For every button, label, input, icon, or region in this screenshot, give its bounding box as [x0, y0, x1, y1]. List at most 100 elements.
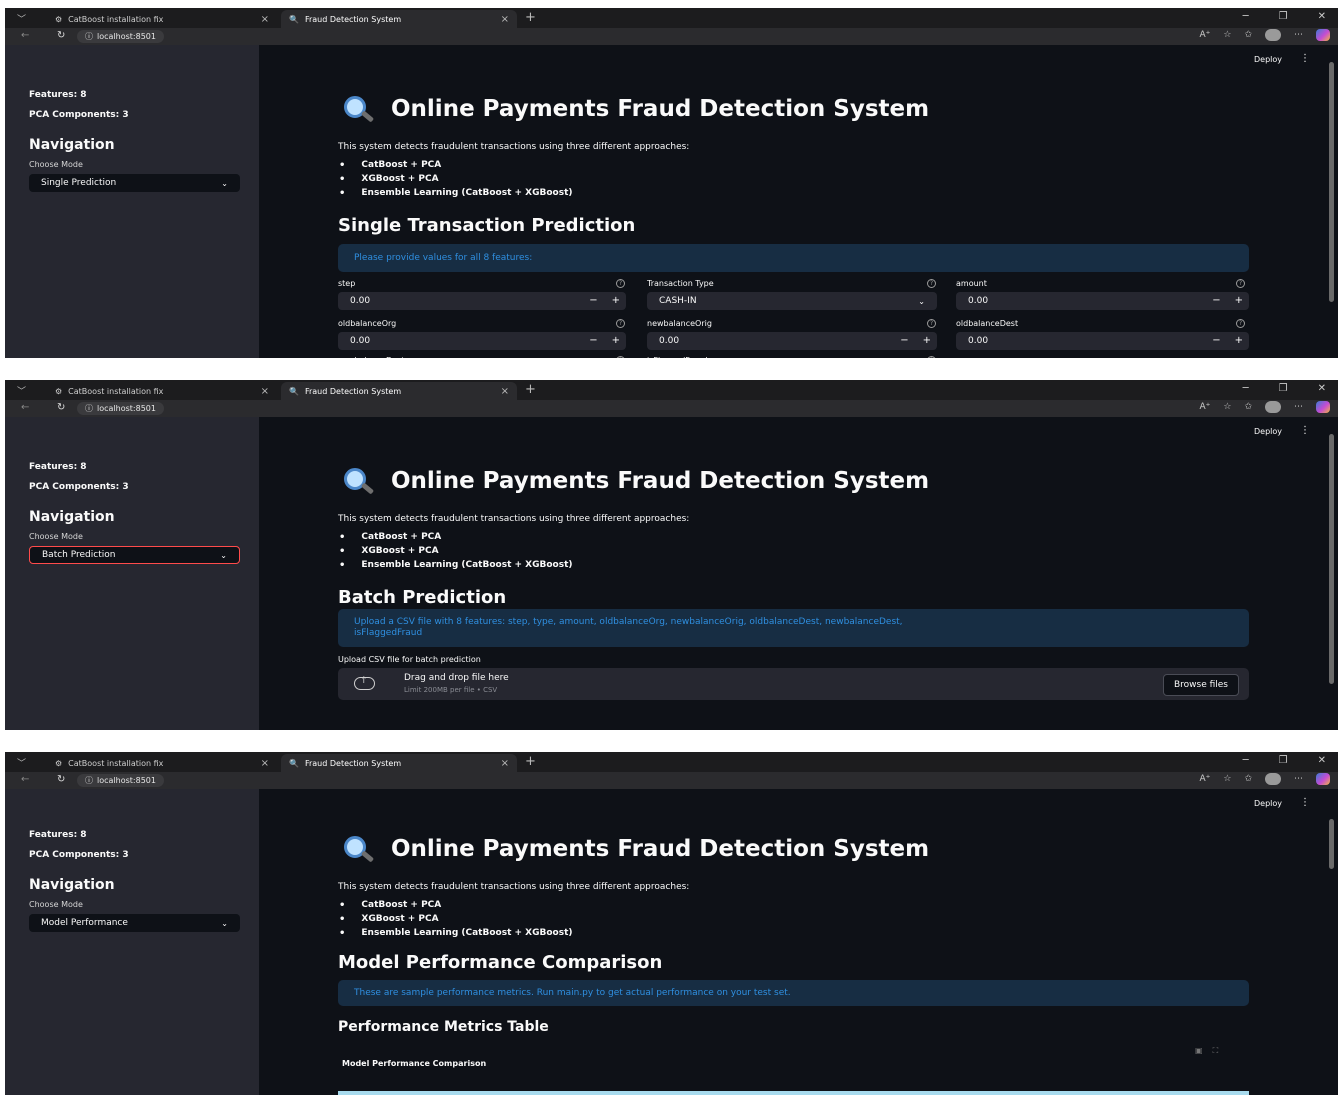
deploy-button[interactable]: Deploy: [1254, 427, 1282, 436]
main-content: Deploy ⋮ Online Payments Fraud Detection…: [259, 45, 1338, 358]
tab-list-chevron-icon[interactable]: ﹀: [17, 384, 26, 397]
more-icon[interactable]: ⋯: [1294, 774, 1303, 784]
mode-select[interactable]: Batch Prediction ⌄: [29, 546, 240, 564]
scrollbar[interactable]: [1329, 819, 1334, 869]
step-input[interactable]: 0.00 − +: [338, 292, 626, 310]
tab-close-icon[interactable]: ×: [501, 14, 509, 25]
browse-files-button[interactable]: Browse files: [1162, 674, 1239, 696]
help-icon[interactable]: ?: [616, 356, 625, 358]
file-uploader[interactable]: Drag and drop file here Limit 200MB per …: [338, 668, 1249, 700]
reload-icon[interactable]: ↻: [57, 774, 65, 785]
tab-list-chevron-icon[interactable]: ﹀: [17, 12, 26, 25]
navigation-heading: Navigation: [29, 137, 115, 153]
increment-icon[interactable]: +: [923, 335, 931, 346]
more-icon[interactable]: ⋯: [1294, 30, 1303, 40]
close-window-icon[interactable]: ✕: [1318, 383, 1326, 394]
mode-select[interactable]: Single Prediction ⌄: [29, 174, 240, 192]
amount-input[interactable]: 0.00 − +: [956, 292, 1249, 310]
favorite-icon[interactable]: ☆: [1223, 30, 1231, 40]
restore-icon[interactable]: ❐: [1279, 11, 1288, 22]
scrollbar[interactable]: [1329, 62, 1334, 302]
restore-icon[interactable]: ❐: [1279, 755, 1288, 766]
reload-icon[interactable]: ↻: [57, 402, 65, 413]
profile-avatar[interactable]: [1265, 773, 1281, 785]
tab-close-icon[interactable]: ×: [261, 14, 269, 25]
close-window-icon[interactable]: ✕: [1318, 755, 1326, 766]
fullscreen-icon[interactable]: ⛶: [1213, 1046, 1219, 1056]
back-icon[interactable]: ←: [21, 30, 29, 41]
read-aloud-icon[interactable]: A⁺: [1199, 774, 1210, 784]
tab-close-icon[interactable]: ×: [261, 386, 269, 397]
increment-icon[interactable]: +: [612, 335, 620, 346]
help-icon[interactable]: ?: [1236, 319, 1245, 328]
read-aloud-icon[interactable]: A⁺: [1199, 402, 1210, 412]
increment-icon[interactable]: +: [612, 295, 620, 306]
increment-icon[interactable]: +: [1235, 335, 1243, 346]
newbalanceorig-input[interactable]: 0.00 − +: [647, 332, 937, 350]
decrement-icon[interactable]: −: [589, 295, 597, 306]
oldbalancedest-input[interactable]: 0.00 − +: [956, 332, 1249, 350]
favorite-icon[interactable]: ☆: [1223, 402, 1231, 412]
more-icon[interactable]: ⋯: [1294, 402, 1303, 412]
tab-fraud-detection[interactable]: 🔍 Fraud Detection System ×: [281, 382, 517, 400]
help-icon[interactable]: ?: [616, 279, 625, 288]
tab-list-chevron-icon[interactable]: ﹀: [17, 756, 26, 769]
favorites-list-icon[interactable]: ✩: [1244, 774, 1252, 784]
sidebar: Features: 8 PCA Components: 3 Navigation…: [5, 789, 259, 1095]
tab-close-icon[interactable]: ×: [501, 386, 509, 397]
decrement-icon[interactable]: −: [1212, 295, 1220, 306]
help-icon[interactable]: ?: [1236, 279, 1245, 288]
decrement-icon[interactable]: −: [900, 335, 908, 346]
deploy-button[interactable]: Deploy: [1254, 799, 1282, 808]
favorite-icon[interactable]: ☆: [1223, 774, 1231, 784]
help-icon[interactable]: ?: [927, 356, 936, 358]
tab-catboost[interactable]: ⚙ CatBoost installation fix ×: [47, 10, 277, 28]
tab-catboost[interactable]: ⚙ CatBoost installation fix ×: [47, 382, 277, 400]
oldbalanceorg-input[interactable]: 0.00 − +: [338, 332, 626, 350]
deploy-button[interactable]: Deploy: [1254, 55, 1282, 64]
transaction-type-select[interactable]: CASH-IN ⌄: [647, 292, 937, 310]
minimize-icon[interactable]: ─: [1243, 383, 1249, 394]
url-field[interactable]: ⓘ localhost:8501: [77, 774, 164, 787]
read-aloud-icon[interactable]: A⁺: [1199, 30, 1210, 40]
back-icon[interactable]: ←: [21, 402, 29, 413]
close-window-icon[interactable]: ✕: [1318, 11, 1326, 22]
help-icon[interactable]: ?: [616, 319, 625, 328]
tab-close-icon[interactable]: ×: [261, 758, 269, 769]
new-tab-icon[interactable]: +: [525, 10, 536, 25]
list-item: Ensemble Learning (CatBoost + XGBoost): [338, 186, 572, 200]
tab-title: Fraud Detection System: [304, 14, 402, 24]
tab-fraud-detection[interactable]: 🔍 Fraud Detection System ×: [281, 10, 517, 28]
favorites-list-icon[interactable]: ✩: [1244, 30, 1252, 40]
reload-icon[interactable]: ↻: [57, 30, 65, 41]
new-tab-icon[interactable]: +: [525, 382, 536, 397]
main-menu-icon[interactable]: ⋮: [1300, 53, 1310, 64]
minimize-icon[interactable]: ─: [1243, 11, 1249, 22]
mode-select[interactable]: Model Performance ⌄: [29, 914, 240, 932]
decrement-icon[interactable]: −: [589, 335, 597, 346]
main-menu-icon[interactable]: ⋮: [1300, 425, 1310, 436]
copilot-icon[interactable]: [1316, 29, 1330, 41]
camera-icon[interactable]: ▣: [1195, 1046, 1203, 1056]
increment-icon[interactable]: +: [1235, 295, 1243, 306]
catboost-favicon-icon: ⚙: [55, 14, 63, 24]
tab-close-icon[interactable]: ×: [501, 758, 509, 769]
favorites-list-icon[interactable]: ✩: [1244, 402, 1252, 412]
restore-icon[interactable]: ❐: [1279, 383, 1288, 394]
new-tab-icon[interactable]: +: [525, 754, 536, 769]
decrement-icon[interactable]: −: [1212, 335, 1220, 346]
help-icon[interactable]: ?: [927, 279, 936, 288]
tab-catboost[interactable]: ⚙ CatBoost installation fix ×: [47, 754, 277, 772]
url-field[interactable]: ⓘ localhost:8501: [77, 30, 164, 43]
main-menu-icon[interactable]: ⋮: [1300, 797, 1310, 808]
url-field[interactable]: ⓘ localhost:8501: [77, 402, 164, 415]
profile-avatar[interactable]: [1265, 29, 1281, 41]
profile-avatar[interactable]: [1265, 401, 1281, 413]
scrollbar[interactable]: [1329, 434, 1334, 684]
copilot-icon[interactable]: [1316, 401, 1330, 413]
tab-fraud-detection[interactable]: 🔍 Fraud Detection System ×: [281, 754, 517, 772]
back-icon[interactable]: ←: [21, 774, 29, 785]
copilot-icon[interactable]: [1316, 773, 1330, 785]
minimize-icon[interactable]: ─: [1243, 755, 1249, 766]
help-icon[interactable]: ?: [927, 319, 936, 328]
